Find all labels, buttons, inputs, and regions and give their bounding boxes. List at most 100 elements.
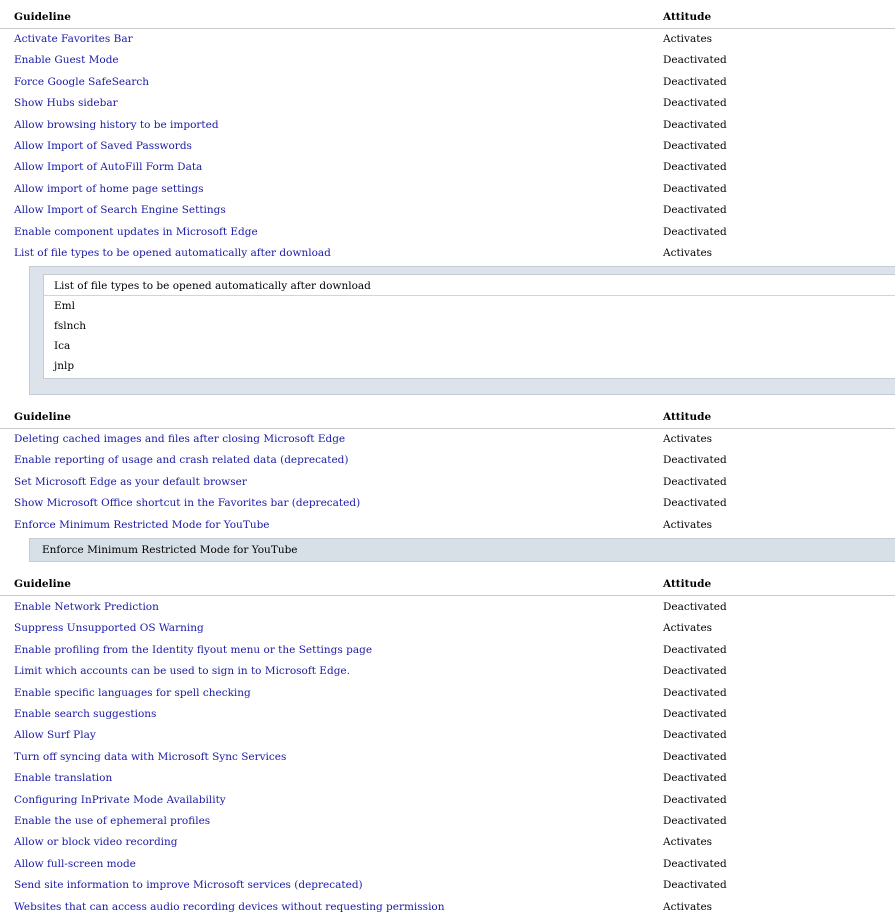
policy-link[interactable]: Enable specific languages for spell chec…	[14, 687, 251, 699]
table-row: Allow import of home page settings Deacti…	[0, 179, 895, 200]
table-row: Turn off syncing data with Microsoft Syn…	[0, 747, 895, 768]
table-row: Enable component updates in Microsoft Ed…	[0, 222, 895, 243]
file-types-header: List of file types to be opened automati…	[44, 275, 895, 296]
table-row: Show Hubs sidebar Deactivated	[0, 93, 895, 114]
youtube-panel-label: Enforce Minimum Restricted Mode for YouT…	[42, 544, 298, 556]
policy-state: Deactivated	[663, 161, 727, 174]
policy-link[interactable]: Enable component updates in Microsoft Ed…	[14, 226, 258, 238]
policy-link[interactable]: Allow Import of Search Engine Settings	[14, 204, 226, 216]
policy-link[interactable]: Activate Favorites Bar	[14, 33, 133, 45]
file-types-header-label: List of file types to be opened automati…	[54, 280, 371, 292]
policy-state: Deactivated	[663, 686, 727, 699]
youtube-restricted-mode-panel: Enforce Minimum Restricted Mode for YouT…	[29, 538, 895, 562]
policy-state: Activates	[663, 433, 713, 445]
policy-link[interactable]: Allow browsing history to be imported	[14, 119, 219, 131]
policy-state: Deactivated	[663, 225, 727, 238]
policy-link[interactable]: Websites that can access audio recording…	[14, 901, 445, 913]
table-row: Allow Surf Play Deactivated	[0, 725, 895, 746]
policy-link[interactable]: Show Hubs sidebar	[14, 97, 118, 109]
table-row: Allow full-screen mode Deactivated	[0, 854, 895, 875]
policy-state: Activates	[663, 836, 713, 849]
table-row: Enable profiling from the Identity flyou…	[0, 640, 895, 661]
policy-link[interactable]: Enable reporting of usage and crash rela…	[14, 454, 349, 466]
file-type-item: Eml	[54, 300, 75, 312]
policy-link[interactable]: Force Google SafeSearch	[14, 76, 149, 88]
policy-link[interactable]: Configuring InPrivate Mode Availability	[14, 794, 226, 806]
policy-state: Deactivated	[663, 857, 727, 870]
policy-link[interactable]: Allow or block video recording	[14, 836, 178, 848]
policy-state: Deactivated	[663, 879, 727, 892]
policy-link[interactable]: Send site information to improve Microso…	[14, 879, 363, 891]
policy-link[interactable]: Turn off syncing data with Microsoft Syn…	[14, 751, 286, 763]
table-row: Enable translation Deactivated	[0, 768, 895, 789]
table-header: Guideline Attitude	[0, 408, 895, 429]
policy-state: Deactivated	[663, 140, 727, 152]
policy-link[interactable]: Deleting cached images and files after c…	[14, 433, 345, 445]
policy-state: Deactivated	[663, 665, 727, 678]
table-row: Set Microsoft Edge as your default brows…	[0, 472, 895, 493]
policy-state: Deactivated	[663, 793, 727, 806]
policy-link[interactable]: List of file types to be opened automati…	[14, 247, 331, 259]
table-row: Enable Guest Mode Deactivated	[0, 50, 895, 71]
policy-link[interactable]: Allow full-screen mode	[14, 858, 136, 870]
policy-link[interactable]: Enable Guest Mode	[14, 54, 119, 66]
table-row: Limit which accounts can be used to sign…	[0, 661, 895, 682]
table-row: Enable search suggestions Deactivated	[0, 704, 895, 725]
table-row: Enable the use of ephemeral profiles Deac…	[0, 811, 895, 832]
table-row: Activate Favorites Bar Activates	[0, 29, 895, 50]
policy-state: Deactivated	[663, 182, 727, 195]
table-row: Force Google SafeSearch Deactivated	[0, 72, 895, 93]
column-header-attitude: Attitude	[663, 11, 712, 23]
file-types-panel: List of file types to be opened automati…	[29, 266, 895, 395]
policy-link[interactable]: Enforce Minimum Restricted Mode for YouT…	[14, 519, 270, 531]
policy-state: Deactivated	[663, 454, 727, 467]
policy-state: Deactivated	[663, 97, 727, 110]
file-type-item: jnlp	[54, 360, 75, 372]
table-row: Allow Import of Search Engine Settings De…	[0, 200, 895, 221]
policy-link[interactable]: Enable the use of ephemeral profiles	[14, 815, 210, 827]
policy-state: Deactivated	[663, 729, 727, 742]
table-row: Suppress Unsupported OS Warning Activates	[0, 618, 895, 639]
policy-state: Deactivated	[663, 475, 727, 488]
table-row: Allow browsing history to be imported Dea…	[0, 115, 895, 136]
table-row: List of file types to be opened automati…	[0, 243, 895, 264]
table-row: Enable specific languages for spell chec…	[0, 683, 895, 704]
column-header-guideline: Guideline	[14, 411, 71, 423]
policy-state: Activates	[663, 247, 713, 259]
policy-link[interactable]: Allow Import of Saved Passwords	[14, 140, 192, 152]
policy-link[interactable]: Enable search suggestions	[14, 708, 156, 720]
policy-state: Deactivated	[663, 75, 727, 88]
policy-state: Activates	[663, 622, 713, 635]
policy-state: Deactivated	[663, 815, 727, 827]
table-row: Enable Network Prediction Deactivated	[0, 597, 895, 618]
policy-link[interactable]: Suppress Unsupported OS Warning	[14, 622, 204, 634]
policy-state: Activates	[663, 900, 713, 913]
policy-state: Deactivated	[663, 750, 727, 763]
policy-state: Activates	[663, 33, 713, 45]
table-row: Configuring InPrivate Mode Availability D…	[0, 790, 895, 811]
table-row: Send site information to improve Microso…	[0, 875, 895, 896]
policy-state: Activates	[663, 518, 713, 531]
column-header-guideline: Guideline	[14, 578, 71, 590]
policy-state: Deactivated	[663, 497, 727, 510]
table-row: Enforce Minimum Restricted Mode for YouT…	[0, 515, 895, 536]
file-types-table: List of file types to be opened automati…	[43, 274, 895, 379]
table-row: Enable reporting of usage and crash rela…	[0, 450, 895, 471]
policy-link[interactable]: Show Microsoft Office shortcut in the Fa…	[14, 497, 360, 509]
policy-link[interactable]: Set Microsoft Edge as your default brows…	[14, 476, 247, 488]
table-row: Show Microsoft Office shortcut in the Fa…	[0, 493, 895, 514]
policy-link[interactable]: Enable Network Prediction	[14, 601, 159, 613]
table-row: Allow Import of AutoFill Form Data Deacti…	[0, 157, 895, 178]
policy-link[interactable]: Enable translation	[14, 772, 112, 784]
policy-link[interactable]: Allow import of home page settings	[14, 183, 204, 195]
file-type-item: Ica	[54, 340, 71, 352]
policy-link[interactable]: Limit which accounts can be used to sign…	[14, 665, 350, 677]
policy-state: Deactivated	[663, 204, 727, 217]
policy-state: Deactivated	[663, 772, 727, 785]
table-header: Guideline Attitude	[0, 575, 895, 596]
policy-link[interactable]: Allow Import of AutoFill Form Data	[14, 161, 202, 173]
policy-link[interactable]: Allow Surf Play	[14, 729, 96, 741]
table-row: Allow Import of Saved Passwords Deactivat…	[0, 136, 895, 157]
policy-link[interactable]: Enable profiling from the Identity flyou…	[14, 644, 372, 656]
policy-state: Deactivated	[663, 601, 727, 613]
